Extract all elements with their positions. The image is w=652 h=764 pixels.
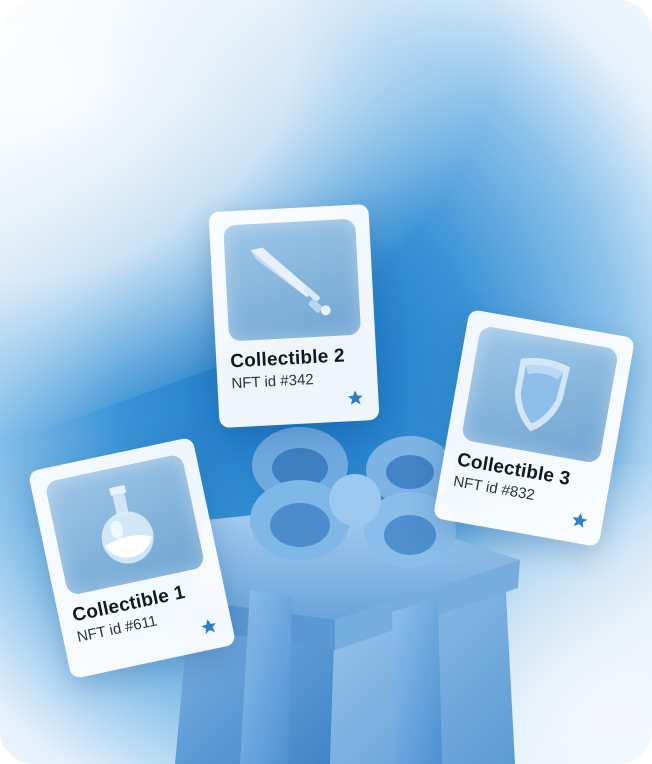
star-icon xyxy=(347,390,363,405)
collectible-3-artwork xyxy=(460,325,619,464)
collectible-2-artwork xyxy=(223,218,362,342)
collectible-1-artwork xyxy=(44,453,206,597)
collectible-card-2[interactable]: Collectible 2 NFT id #342 xyxy=(208,203,380,429)
shield-icon xyxy=(514,357,571,432)
promo-illustration: Collectible 1 NFT id #611 Collectible 2 … xyxy=(0,0,652,764)
star-icon xyxy=(201,619,216,635)
star-icon xyxy=(572,512,588,528)
sword-icon xyxy=(250,247,331,316)
potion-flask-icon xyxy=(101,485,154,564)
